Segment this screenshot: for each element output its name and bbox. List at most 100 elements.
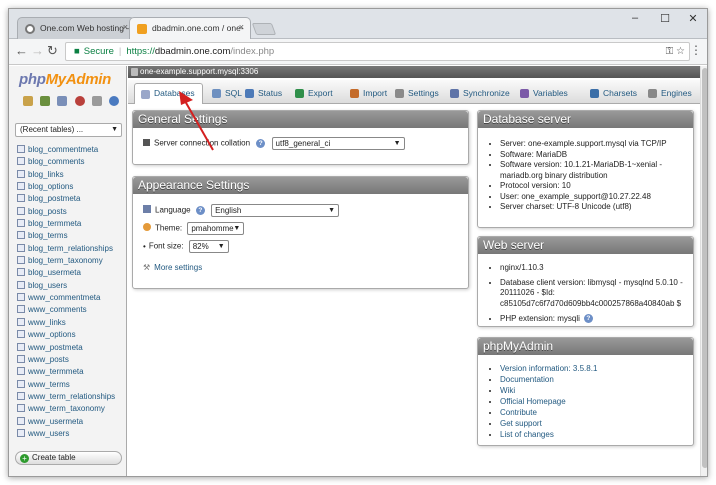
info-link[interactable]: Official Homepage	[500, 397, 566, 406]
table-list-item[interactable]: www_comments	[17, 304, 115, 316]
help-icon[interactable]: ?	[256, 139, 266, 148]
table-name[interactable]: www_comments	[28, 305, 87, 314]
home-icon[interactable]	[23, 96, 33, 106]
table-name[interactable]: blog_users	[28, 281, 67, 290]
tab-import[interactable]: Import	[350, 84, 387, 102]
reload-icon[interactable]: ↻	[47, 44, 58, 58]
browser-menu-icon[interactable]: ⋮	[690, 44, 702, 56]
info-item[interactable]: Wiki	[500, 386, 695, 397]
help-icon[interactable]: ?	[583, 314, 593, 324]
table-name[interactable]: blog_terms	[28, 231, 68, 240]
table-name[interactable]: blog_comments	[28, 157, 84, 166]
table-list-item[interactable]: blog_comments	[17, 156, 115, 168]
table-list-item[interactable]: blog_links	[17, 169, 115, 181]
help-icon[interactable]: ?	[195, 206, 205, 215]
theme-select[interactable]: pmahomme ▼	[187, 222, 245, 235]
vertical-scrollbar[interactable]	[700, 66, 707, 476]
table-name[interactable]: blog_links	[28, 170, 64, 179]
table-list-item[interactable]: blog_termmeta	[17, 218, 115, 230]
table-name[interactable]: www_postmeta	[28, 343, 83, 352]
tab-engines[interactable]: Engines	[648, 84, 692, 102]
table-name[interactable]: www_term_taxonomy	[28, 404, 105, 413]
tab-status[interactable]: Status	[245, 84, 282, 102]
info-item[interactable]: Version information: 3.5.8.1	[500, 364, 695, 375]
language-select[interactable]: English ▼	[211, 204, 340, 217]
browser-tab-dbadmin[interactable]: dbadmin.one.com / one- ×	[129, 17, 251, 39]
collation-select[interactable]: utf8_general_ci ▼	[271, 137, 405, 150]
table-list-item[interactable]: blog_term_taxonomy	[17, 255, 115, 267]
browser-tab-onecom[interactable]: One.com Web hosting – ×	[17, 17, 135, 39]
info-link[interactable]: Version information: 3.5.8.1	[500, 364, 597, 373]
table-list-item[interactable]: blog_postmeta	[17, 193, 115, 205]
info-link[interactable]: List of changes	[500, 430, 554, 439]
info-link[interactable]: Contribute	[500, 408, 537, 417]
phpmyadmin-logo[interactable]: phpMyAdmin	[19, 71, 111, 88]
tab-sql[interactable]: SQL	[212, 84, 242, 102]
address-bar[interactable]: ■ Secure | https://dbadmin.one.com/index.ph…	[65, 42, 690, 61]
tab-databases[interactable]: Databases	[134, 83, 203, 104]
table-list-item[interactable]: blog_options	[17, 181, 115, 193]
table-list-item[interactable]: www_links	[17, 317, 115, 329]
table-name[interactable]: blog_usermeta	[28, 268, 81, 277]
table-name[interactable]: www_posts	[28, 355, 69, 364]
table-list-item[interactable]: www_commentmeta	[17, 292, 115, 304]
table-name[interactable]: blog_commentmeta	[28, 145, 98, 154]
table-name[interactable]: www_usermeta	[28, 417, 83, 426]
info-item[interactable]: Get support	[500, 419, 695, 430]
table-list-item[interactable]: www_postmeta	[17, 342, 115, 354]
table-list-item[interactable]: www_posts	[17, 354, 115, 366]
info-item[interactable]: List of changes	[500, 430, 695, 441]
table-list-item[interactable]: www_terms	[17, 379, 115, 391]
table-list-item[interactable]: blog_term_relationships	[17, 243, 115, 255]
close-window-icon[interactable]: ✕	[679, 12, 707, 25]
table-list-item[interactable]: www_term_taxonomy	[17, 403, 115, 415]
table-name[interactable]: blog_term_relationships	[28, 244, 113, 253]
table-name[interactable]: blog_postmeta	[28, 194, 80, 203]
forward-icon[interactable]: →	[31, 44, 44, 58]
close-tab-icon[interactable]: ×	[239, 22, 244, 32]
server-breadcrumb[interactable]: one-example.support.mysql:3306	[128, 66, 707, 78]
tab-charsets[interactable]: Charsets	[590, 84, 637, 102]
table-list-item[interactable]: www_options	[17, 329, 115, 341]
table-name[interactable]: blog_term_taxonomy	[28, 256, 103, 265]
table-name[interactable]: www_options	[28, 330, 76, 339]
info-link[interactable]: Get support	[500, 419, 542, 428]
info-item[interactable]: Contribute	[500, 408, 695, 419]
table-name[interactable]: blog_termmeta	[28, 219, 81, 228]
new-tab-button[interactable]	[251, 23, 277, 35]
tab-settings[interactable]: Settings	[395, 84, 439, 102]
maximize-icon[interactable]: ☐	[651, 12, 679, 25]
query-window-icon[interactable]	[57, 96, 68, 106]
tab-export[interactable]: Export	[295, 84, 333, 102]
table-list-item[interactable]: blog_users	[17, 280, 115, 292]
table-list-item[interactable]: blog_usermeta	[17, 267, 115, 279]
info-item[interactable]: Official Homepage	[500, 397, 695, 408]
tab-variables[interactable]: Variables	[520, 84, 568, 102]
table-list-item[interactable]: blog_commentmeta	[17, 144, 115, 156]
font-size-select[interactable]: 82% ▼	[188, 240, 229, 253]
table-name[interactable]: blog_posts	[28, 207, 67, 216]
table-name[interactable]: blog_options	[28, 182, 73, 191]
tab-synchronize[interactable]: Synchronize	[450, 84, 510, 102]
table-list-item[interactable]: www_term_relationships	[17, 391, 115, 403]
info-item[interactable]: Documentation	[500, 375, 695, 386]
key-icon[interactable]: ⚿	[666, 46, 674, 57]
exit-icon[interactable]	[40, 96, 51, 106]
minimize-icon[interactable]: –	[621, 12, 649, 24]
table-list-item[interactable]: www_users	[17, 428, 115, 440]
more-settings-link[interactable]: More settings	[154, 263, 202, 272]
settings-icon[interactable]	[91, 96, 102, 106]
recent-tables-select[interactable]: (Recent tables) ... ▼	[15, 123, 122, 137]
table-name[interactable]: www_users	[28, 429, 69, 438]
table-name[interactable]: www_commentmeta	[28, 293, 100, 302]
table-name[interactable]: www_terms	[28, 380, 70, 389]
bookmark-star-icon[interactable]: ☆	[676, 46, 685, 57]
table-list-item[interactable]: blog_posts	[17, 206, 115, 218]
close-tab-icon[interactable]: ×	[123, 22, 128, 32]
table-list-item[interactable]: www_termmeta	[17, 366, 115, 378]
table-name[interactable]: www_termmeta	[28, 367, 84, 376]
create-table-button[interactable]: + Create table	[15, 451, 122, 465]
table-list-item[interactable]: www_usermeta	[17, 416, 115, 428]
docs-icon[interactable]	[74, 96, 85, 106]
table-name[interactable]: www_links	[28, 318, 66, 327]
